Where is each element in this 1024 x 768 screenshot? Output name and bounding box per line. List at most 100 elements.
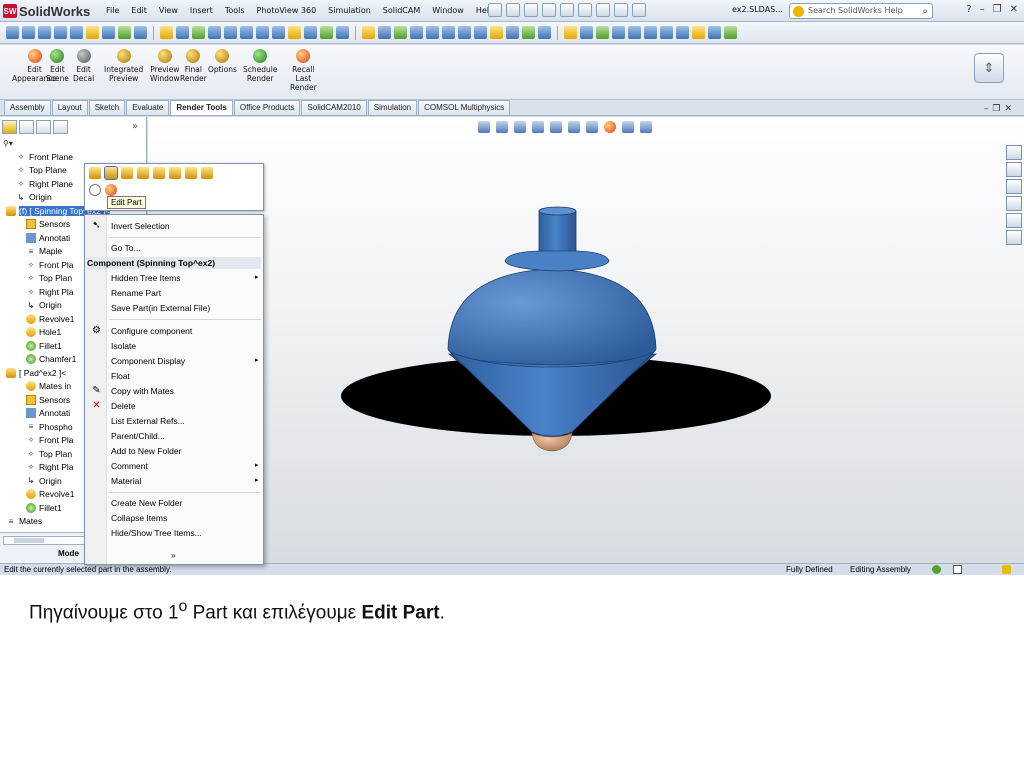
new-part-icon[interactable] — [410, 26, 423, 39]
menu-list-external-refs[interactable]: List External Refs... — [111, 415, 185, 427]
solidworks-logo[interactable]: SW SolidWorks — [3, 2, 90, 20]
new-motion-study-icon[interactable] — [160, 26, 173, 39]
help-search-box[interactable]: Search SolidWorks Help ⌕ — [789, 3, 933, 19]
exploded-view-icon[interactable] — [596, 26, 609, 39]
menu-collapse-items[interactable]: Collapse Items — [111, 512, 167, 524]
bill-of-materials-icon[interactable] — [176, 26, 189, 39]
zoom-to-selection-icon[interactable] — [89, 184, 101, 196]
tab-evaluate[interactable]: Evaluate — [126, 100, 170, 115]
new-motion-study-icon[interactable] — [564, 26, 577, 39]
mate-icon[interactable] — [38, 26, 51, 39]
ribbon-button-7[interactable]: Schedule Render — [243, 49, 277, 83]
menu-save-part-in-external-file[interactable]: Save Part(in External File) — [111, 302, 210, 314]
move-component-icon[interactable] — [169, 167, 181, 179]
expand-panel-icon[interactable]: » — [132, 121, 138, 132]
help-menu-icon[interactable]: ? — [966, 4, 971, 15]
reference-geometry-icon[interactable] — [336, 26, 349, 39]
menu-material[interactable]: Material ▸ — [111, 475, 259, 487]
close-icon[interactable]: ✕ — [1010, 4, 1018, 15]
insert-components-icon[interactable] — [224, 26, 237, 39]
new-icon[interactable] — [488, 3, 502, 17]
ribbon-button-2[interactable]: Edit Decal — [73, 49, 94, 83]
menu-go-to[interactable]: Go To... — [111, 242, 141, 254]
search-icon[interactable]: ⌕ — [922, 5, 928, 19]
new-motion-study-icon[interactable] — [362, 26, 375, 39]
menu-file[interactable]: File — [100, 4, 125, 18]
tab-render-tools[interactable]: Render Tools — [170, 100, 233, 115]
new-part-icon[interactable] — [6, 26, 19, 39]
edit-part-icon[interactable] — [104, 166, 118, 180]
menu-solidcam[interactable]: SolidCAM — [377, 4, 426, 18]
tree-item[interactable]: ⟡ Front Plane — [0, 150, 146, 164]
menu-create-new-folder[interactable]: Create New Folder — [111, 497, 182, 509]
hide-components-icon[interactable] — [121, 167, 133, 179]
menu-add-to-new-folder[interactable]: Add to New Folder — [111, 445, 181, 457]
exploded-view-icon[interactable] — [192, 26, 205, 39]
command-manager-expand-icon[interactable]: ⇕ — [974, 53, 1004, 83]
menu-invert-selection[interactable]: Invert Selection — [111, 220, 170, 232]
options-icon[interactable] — [632, 3, 646, 17]
tree-filter-icon[interactable]: ⚲▾ — [3, 139, 13, 148]
mate-icon[interactable] — [153, 167, 165, 179]
menu-parent-child[interactable]: Parent/Child... — [111, 430, 165, 442]
move-component-icon[interactable] — [490, 26, 503, 39]
menu-hidden-tree-items[interactable]: Hidden Tree Items ▸ — [111, 272, 259, 284]
menu-float[interactable]: Float — [111, 370, 130, 382]
doc-close-icon[interactable]: ✕ — [1004, 104, 1016, 114]
mate-icon[interactable] — [240, 26, 253, 39]
rebuild-icon[interactable] — [596, 3, 610, 17]
mate-icon[interactable] — [442, 26, 455, 39]
doc-restore-icon[interactable]: ❐ — [992, 104, 1004, 114]
menu-hide-show-tree-items[interactable]: Hide/Show Tree Items... — [111, 527, 202, 539]
tab-layout[interactable]: Layout — [51, 100, 88, 115]
ribbon-button-8[interactable]: Recall Last Render — [290, 49, 317, 92]
insert-components-icon[interactable] — [628, 26, 641, 39]
smart-fasteners-icon[interactable] — [676, 26, 689, 39]
smart-fasteners-icon[interactable] — [70, 26, 83, 39]
menu-comment[interactable]: Comment ▸ — [111, 460, 259, 472]
menu-show-more[interactable]: » — [171, 549, 176, 561]
move-component-icon[interactable] — [86, 26, 99, 39]
smart-fasteners-icon[interactable] — [272, 26, 285, 39]
new-part-icon[interactable] — [208, 26, 221, 39]
ribbon-button-5[interactable]: Final Render — [180, 49, 207, 83]
linear-pattern-icon[interactable] — [660, 26, 673, 39]
display-manager-tab-icon[interactable] — [53, 120, 68, 134]
open-icon[interactable] — [506, 3, 520, 17]
tab-assembly[interactable]: Assembly — [4, 100, 51, 115]
bill-of-materials-icon[interactable] — [580, 26, 593, 39]
feature-manager-tab-icon[interactable] — [2, 120, 17, 134]
menu-configure-component[interactable]: Configure component — [111, 325, 192, 337]
save-icon[interactable] — [524, 3, 538, 17]
menu-window[interactable]: Window — [426, 4, 470, 18]
menu-rename-part[interactable]: Rename Part — [111, 287, 161, 299]
show-hidden-icon[interactable] — [506, 26, 519, 39]
menu-delete[interactable]: Delete — [111, 400, 136, 412]
tab-simulation[interactable]: Simulation — [367, 100, 418, 115]
select-icon[interactable] — [578, 3, 592, 17]
assembly-features-icon[interactable] — [320, 26, 333, 39]
linear-pattern-icon[interactable] — [256, 26, 269, 39]
show-hidden-icon[interactable] — [102, 26, 115, 39]
ribbon-button-4[interactable]: Preview Window — [150, 49, 180, 83]
insert-components-icon[interactable] — [22, 26, 35, 39]
menu-isolate[interactable]: Isolate — [111, 340, 136, 352]
rebuild-status-icon[interactable] — [932, 565, 941, 574]
menu-photoview-360[interactable]: PhotoView 360 — [251, 4, 323, 18]
menu-insert[interactable]: Insert — [184, 4, 219, 18]
rotate-component-icon[interactable] — [185, 167, 197, 179]
change-transparency-icon[interactable] — [137, 167, 149, 179]
menu-copy-with-mates[interactable]: Copy with Mates — [111, 385, 174, 397]
print-icon[interactable] — [542, 3, 556, 17]
bill-of-materials-icon[interactable] — [378, 26, 391, 39]
menu-edit[interactable]: Edit — [125, 4, 153, 18]
show-hidden-icon[interactable] — [304, 26, 317, 39]
assembly-features-icon[interactable] — [724, 26, 737, 39]
linear-pattern-icon[interactable] — [54, 26, 67, 39]
assembly-features-icon[interactable] — [522, 26, 535, 39]
linear-pattern-icon[interactable] — [458, 26, 471, 39]
tag-icon[interactable] — [1002, 565, 1011, 574]
assembly-features-icon[interactable] — [118, 26, 131, 39]
tab-office-products[interactable]: Office Products — [233, 100, 301, 115]
menu-component-display[interactable]: Component Display ▸ — [111, 355, 259, 367]
